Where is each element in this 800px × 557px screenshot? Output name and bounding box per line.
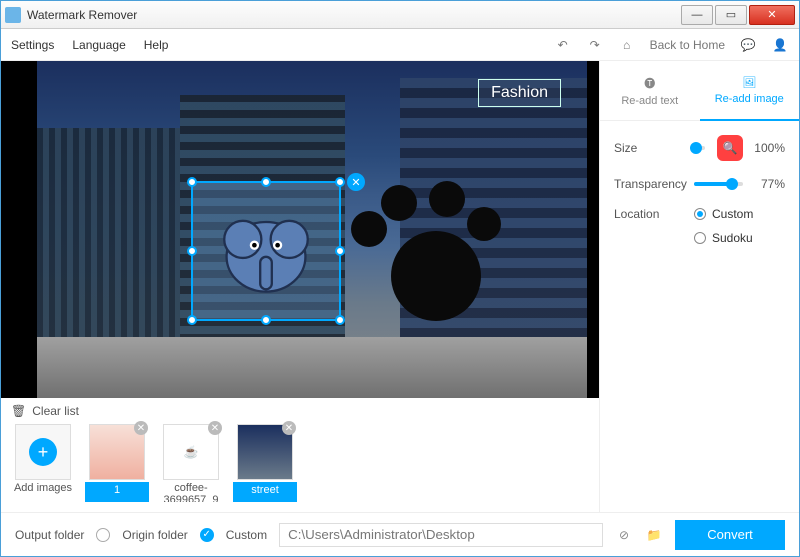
menu-settings[interactable]: Settings bbox=[11, 38, 54, 52]
radio-label: Custom bbox=[712, 207, 753, 221]
location-custom-radio[interactable]: Custom bbox=[694, 207, 785, 221]
resize-handle[interactable] bbox=[335, 315, 345, 325]
app-icon bbox=[5, 7, 21, 23]
back-to-home-link[interactable]: Back to Home bbox=[650, 38, 725, 52]
menu-language[interactable]: Language bbox=[72, 38, 125, 52]
tab-readd-image[interactable]: 🖼 Re-add image bbox=[700, 61, 800, 121]
origin-folder-label: Origin folder bbox=[122, 528, 187, 542]
redo-icon[interactable]: ↷ bbox=[586, 36, 604, 54]
location-label: Location bbox=[614, 207, 686, 221]
user-icon[interactable]: 👤 bbox=[771, 36, 789, 54]
window-title: Watermark Remover bbox=[27, 8, 681, 22]
radio-icon bbox=[694, 232, 706, 244]
location-sudoku-radio[interactable]: Sudoku bbox=[694, 231, 785, 245]
thumbnail-remove-icon[interactable]: ✕ bbox=[282, 421, 296, 435]
resize-handle[interactable] bbox=[187, 315, 197, 325]
custom-folder-radio[interactable] bbox=[200, 528, 214, 542]
resize-handle[interactable] bbox=[187, 177, 197, 187]
custom-folder-label: Custom bbox=[226, 528, 267, 542]
tab-readd-text[interactable]: 🅣 Re-add text bbox=[600, 61, 700, 121]
feedback-icon[interactable]: 💬 bbox=[739, 36, 757, 54]
thumbnail-label: 1 bbox=[85, 482, 149, 502]
thumbnails-section: 🗑 Clear list + Add images ✕ 1 ☕✕ coffee-… bbox=[1, 398, 599, 512]
window-controls: — ▭ ✕ bbox=[681, 5, 795, 25]
thumbnail-remove-icon[interactable]: ✕ bbox=[134, 421, 148, 435]
size-slider[interactable] bbox=[694, 146, 705, 150]
thumbnail-remove-icon[interactable]: ✕ bbox=[208, 421, 222, 435]
resize-handle[interactable] bbox=[261, 177, 271, 187]
menubar: Settings Language Help ↶ ↷ ⌂ Back to Hom… bbox=[1, 29, 799, 61]
tab-label: Re-add text bbox=[621, 95, 678, 107]
selection-box[interactable]: ✕ bbox=[191, 181, 341, 321]
image-icon: 🖼 bbox=[742, 76, 756, 89]
watermark-image-paw[interactable] bbox=[341, 181, 501, 331]
thumbnail-label: coffee-3699657_9 bbox=[159, 482, 223, 502]
home-icon[interactable]: ⌂ bbox=[618, 36, 636, 54]
trash-icon[interactable]: 🗑 bbox=[11, 404, 26, 418]
tab-label: Re-add image bbox=[715, 93, 784, 105]
resize-handle[interactable] bbox=[187, 246, 197, 256]
close-button[interactable]: ✕ bbox=[749, 5, 795, 25]
thumbnail-item[interactable]: ✕ street bbox=[233, 424, 297, 502]
clear-list-link[interactable]: Clear list bbox=[32, 404, 79, 418]
menu-help[interactable]: Help bbox=[144, 38, 169, 52]
clear-path-icon[interactable]: ⊘ bbox=[615, 526, 633, 544]
transparency-slider[interactable] bbox=[694, 182, 743, 186]
thumbnail-item[interactable]: ☕✕ coffee-3699657_9 bbox=[159, 424, 223, 502]
footer-bar: Output folder Origin folder Custom ⊘ 📁 C… bbox=[1, 512, 799, 556]
browse-folder-icon[interactable]: 📁 bbox=[645, 526, 663, 544]
text-icon: 🅣 bbox=[644, 75, 655, 91]
transparency-label: Transparency bbox=[614, 177, 686, 191]
size-label: Size bbox=[614, 141, 686, 155]
resize-handle[interactable] bbox=[335, 177, 345, 187]
plus-icon: + bbox=[29, 438, 57, 466]
add-images-label: Add images bbox=[11, 482, 75, 502]
thumbnail-item[interactable]: ✕ 1 bbox=[85, 424, 149, 502]
size-value: 100% bbox=[751, 141, 785, 155]
preview-canvas[interactable]: Fashion ✕ bbox=[1, 61, 599, 398]
thumbnail-label: street bbox=[233, 482, 297, 502]
undo-icon[interactable]: ↶ bbox=[554, 36, 572, 54]
titlebar: Watermark Remover — ▭ ✕ bbox=[1, 1, 799, 29]
add-images-tile[interactable]: + Add images bbox=[11, 424, 75, 502]
output-path-input[interactable] bbox=[279, 523, 603, 547]
watermark-image-elephant bbox=[203, 193, 329, 309]
output-folder-label: Output folder bbox=[15, 528, 84, 542]
origin-folder-radio[interactable] bbox=[96, 528, 110, 542]
magnifier-icon[interactable]: 🔍 bbox=[717, 135, 743, 161]
minimize-button[interactable]: — bbox=[681, 5, 713, 25]
convert-button[interactable]: Convert bbox=[675, 520, 785, 550]
main-column: Fashion ✕ bbox=[1, 61, 599, 512]
radio-icon bbox=[694, 208, 706, 220]
content-area: Fashion ✕ bbox=[1, 61, 799, 512]
transparency-value: 77% bbox=[751, 177, 785, 191]
radio-label: Sudoku bbox=[712, 231, 753, 245]
resize-handle[interactable] bbox=[261, 315, 271, 325]
resize-handle[interactable] bbox=[335, 246, 345, 256]
side-panel: 🅣 Re-add text 🖼 Re-add image Size 🔍 100%… bbox=[599, 61, 799, 512]
watermark-text-overlay[interactable]: Fashion bbox=[478, 79, 561, 107]
maximize-button[interactable]: ▭ bbox=[715, 5, 747, 25]
selection-remove-icon[interactable]: ✕ bbox=[347, 173, 365, 191]
